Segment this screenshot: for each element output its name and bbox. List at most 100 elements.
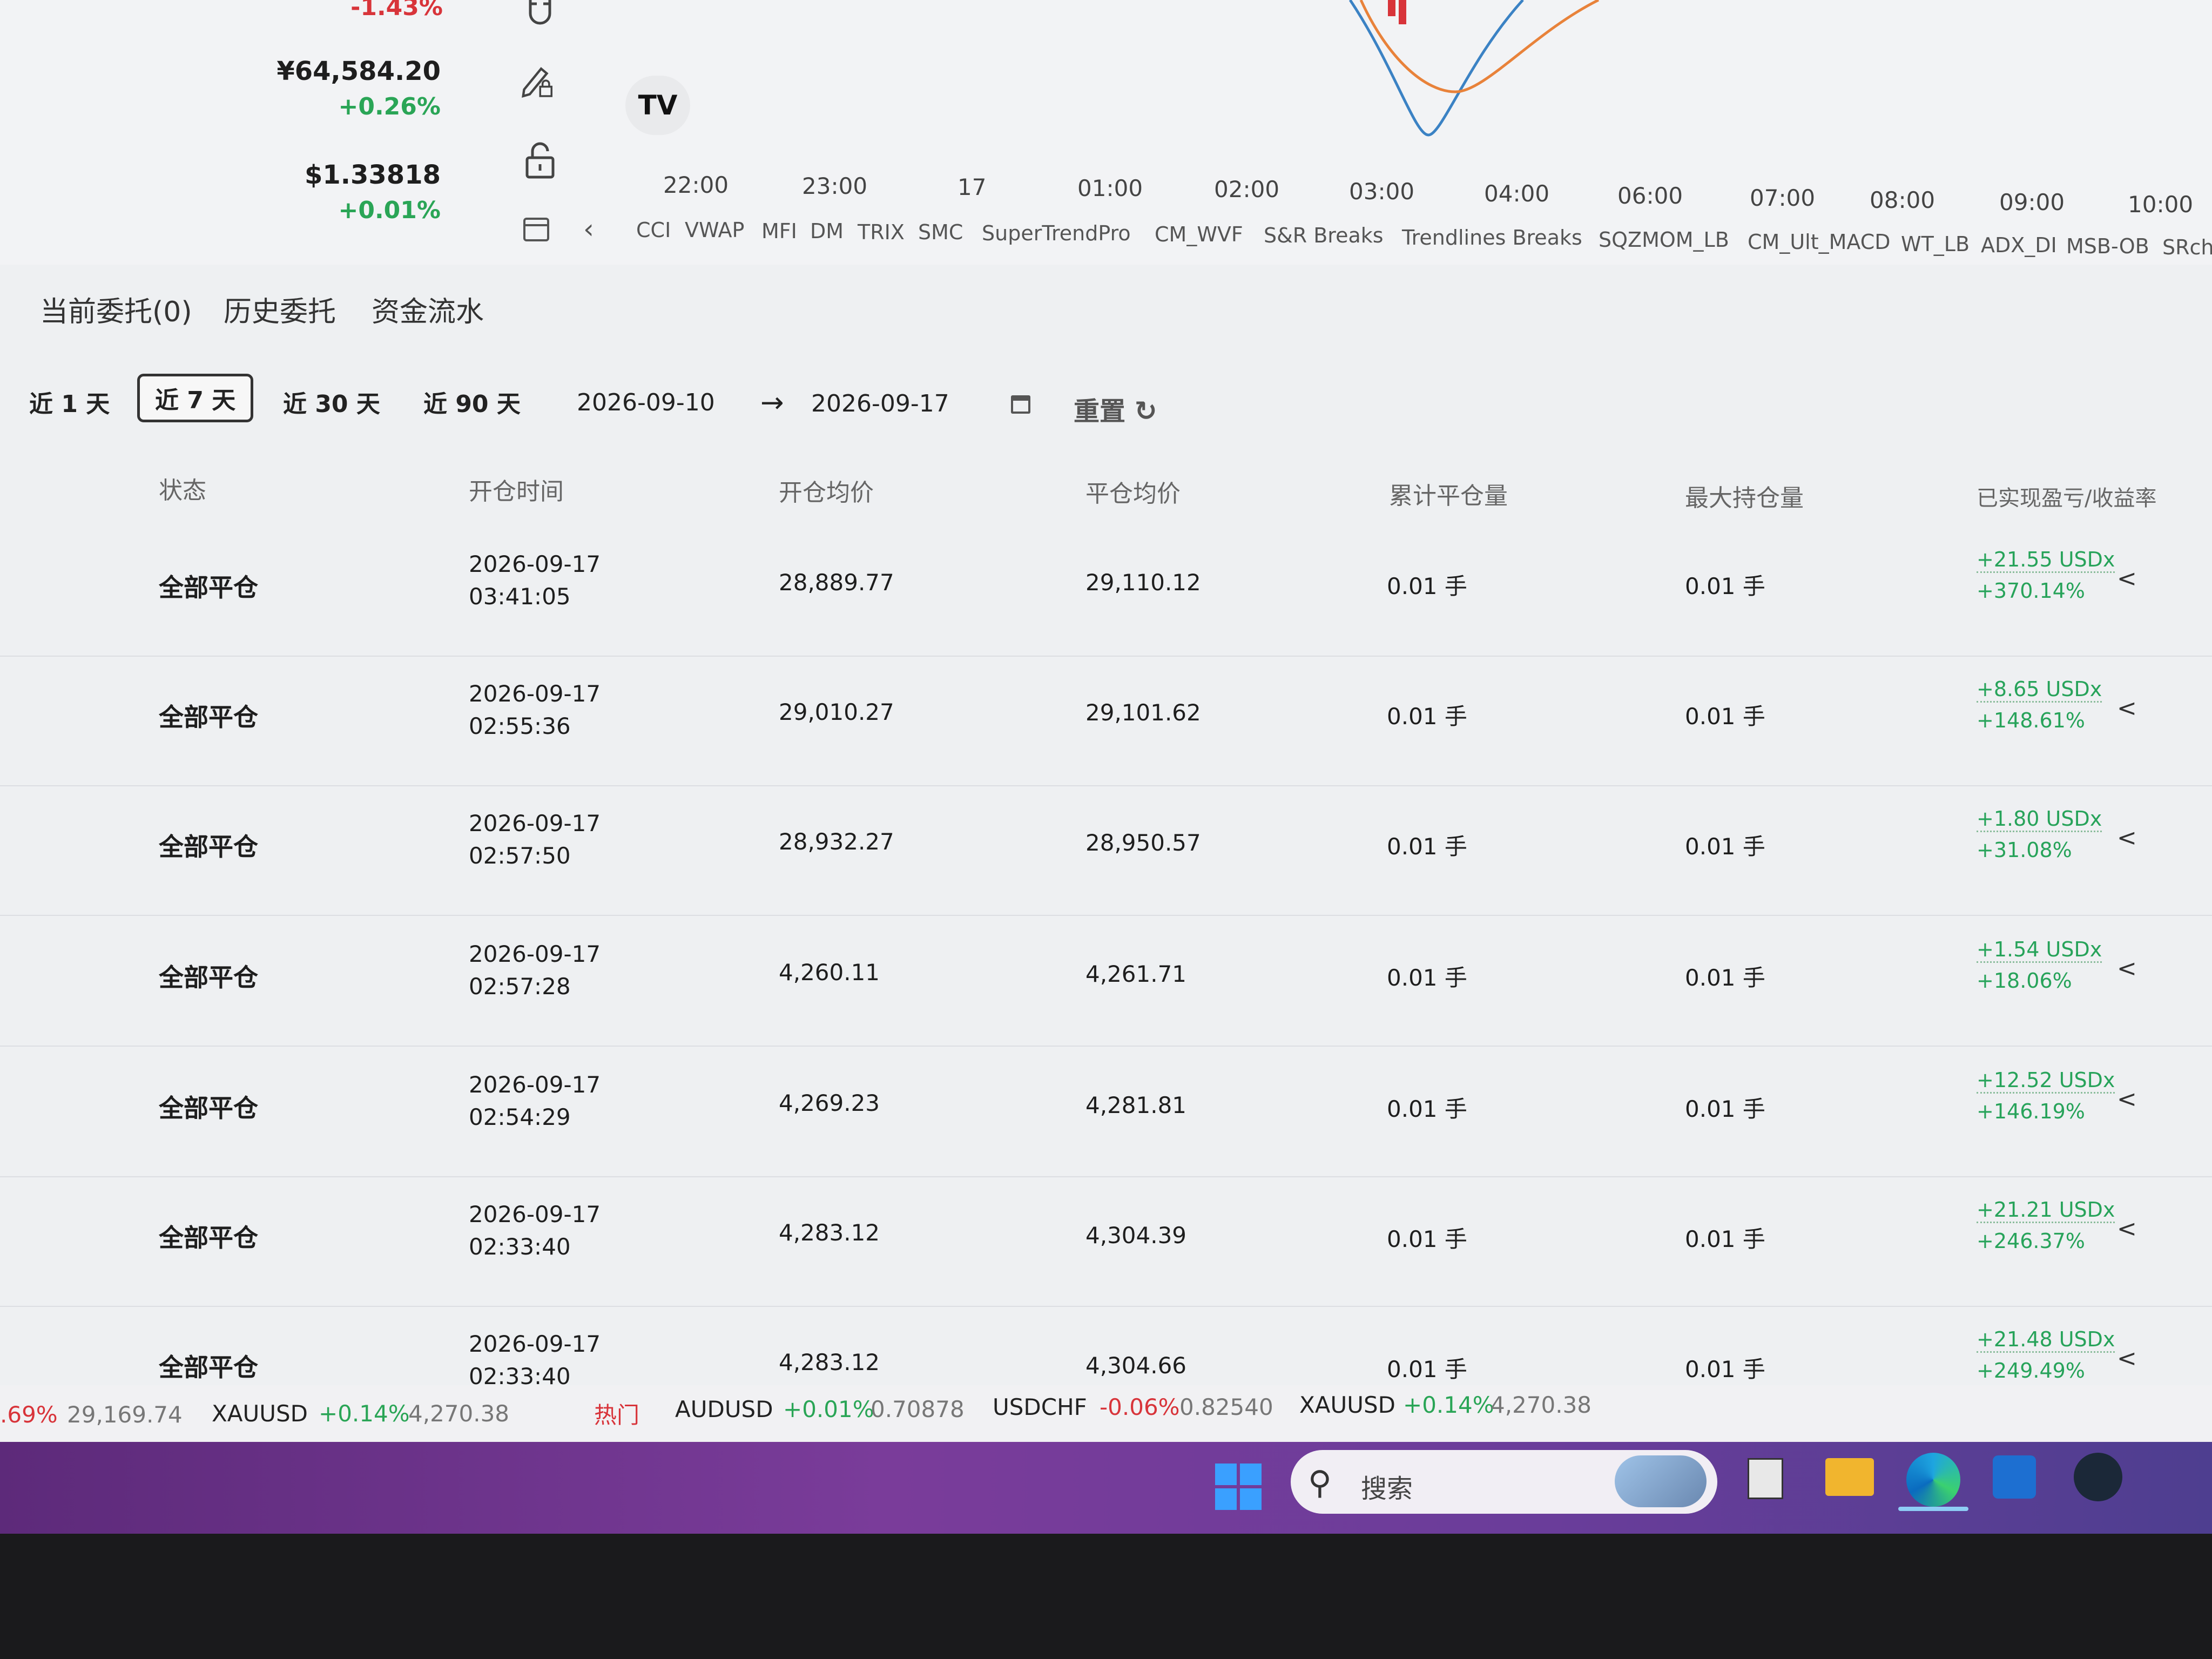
return-rate-cell: +370.14%: [1977, 579, 2085, 603]
taskbar-search-box[interactable]: ⚲ 搜索: [1291, 1450, 1717, 1514]
indicator-item[interactable]: SQZMOM_LB: [1599, 228, 1729, 252]
start-date-input[interactable]: 2026-09-10: [577, 389, 715, 416]
task-view-icon[interactable]: [1748, 1458, 1783, 1499]
edge-browser-icon[interactable]: [1906, 1453, 1960, 1507]
header-open-avg: 开仓均价: [779, 479, 874, 507]
share-icon[interactable]: <: [2117, 1215, 2137, 1243]
watchlist-price-2[interactable]: ¥64,584.20: [235, 56, 441, 86]
ticker-symbol[interactable]: AUDUSD: [675, 1396, 773, 1422]
status-cell: 全部平仓: [159, 1094, 258, 1123]
unlock-icon[interactable]: [521, 141, 559, 179]
store-icon[interactable]: [1993, 1455, 2036, 1499]
indicator-item[interactable]: TRIX: [858, 220, 905, 244]
indicator-item[interactable]: SuperTrendPro: [982, 221, 1131, 245]
indicator-item[interactable]: MSB-OB: [2066, 234, 2149, 258]
indicator-item[interactable]: VWAP: [685, 218, 744, 242]
share-icon[interactable]: <: [2117, 824, 2137, 852]
open-time-cell: 02:33:40: [469, 1233, 571, 1260]
indicator-item[interactable]: CM_WVF: [1155, 222, 1243, 246]
ticker-symbol[interactable]: XAUUSD: [212, 1400, 308, 1427]
total-closed-cell: 0.01 手: [1387, 703, 1467, 730]
open-avg-cell: 28,889.77: [779, 569, 894, 596]
time-tick: 08:00: [1870, 187, 1936, 213]
row-divider: [0, 915, 2212, 916]
ticker-symbol[interactable]: USDCHF: [993, 1394, 1087, 1420]
indicator-item[interactable]: S&R Breaks: [1264, 224, 1384, 247]
refresh-icon: ↻: [1134, 395, 1157, 427]
steam-icon[interactable]: [2074, 1453, 2122, 1501]
share-icon[interactable]: <: [2117, 1085, 2137, 1113]
monitor-bezel: [0, 1534, 2212, 1659]
indicator-item[interactable]: MFI: [761, 219, 797, 243]
filter-30-days[interactable]: 近 30 天: [268, 380, 395, 423]
total-closed-cell: 0.01 手: [1387, 965, 1467, 991]
return-rate-cell: +249.49%: [1977, 1359, 2085, 1382]
end-date-input[interactable]: 2026-09-17: [811, 390, 949, 417]
ticker-change: +0.14%: [1403, 1392, 1494, 1418]
indicator-item[interactable]: Trendlines Breaks: [1402, 226, 1582, 249]
share-icon[interactable]: <: [2117, 694, 2137, 722]
realized-pnl-cell: +1.54 USDx: [1977, 938, 2102, 963]
share-icon[interactable]: <: [2117, 1345, 2137, 1372]
file-explorer-icon[interactable]: [1825, 1458, 1874, 1496]
status-cell: 全部平仓: [159, 1223, 258, 1252]
filter-90-days[interactable]: 近 90 天: [408, 380, 536, 423]
indicator-item[interactable]: CM_Ult_MACD: [1748, 230, 1891, 254]
search-highlight-image: [1615, 1455, 1707, 1507]
chevron-left-icon[interactable]: ‹: [583, 213, 594, 245]
calendar-icon[interactable]: [517, 211, 555, 248]
windows-taskbar: [0, 1442, 2212, 1534]
total-closed-cell: 0.01 手: [1387, 1226, 1467, 1252]
tab-fund-flow[interactable]: 资金流水: [372, 289, 484, 329]
time-tick: 23:00: [802, 173, 868, 199]
return-rate-cell: +18.06%: [1977, 969, 2072, 993]
close-avg-cell: 29,110.12: [1085, 569, 1201, 596]
open-avg-cell: 4,269.23: [779, 1090, 880, 1116]
close-avg-cell: 4,304.66: [1085, 1352, 1187, 1379]
tab-current-orders[interactable]: 当前委托(0): [40, 289, 192, 329]
ticker-bar: .69% 29,169.74 XAUUSD +0.14% 4,270.38 热门…: [0, 1385, 2212, 1442]
open-time-cell: 03:41:05: [469, 583, 571, 610]
header-realized-pnl: 已实现盈亏/收益率: [1977, 486, 2157, 511]
calendar-picker-icon[interactable]: [1009, 392, 1033, 418]
indicator-item[interactable]: WT_LB: [1901, 232, 1970, 256]
time-tick: 06:00: [1617, 183, 1683, 209]
reset-button[interactable]: 重置 ↻: [1074, 390, 1157, 428]
filter-7-days[interactable]: 近 7 天: [137, 374, 254, 422]
indicator-item[interactable]: SRch: [2162, 235, 2212, 259]
close-avg-cell: 29,101.62: [1085, 699, 1201, 726]
ticker-price: 29,169.74: [67, 1401, 183, 1428]
return-rate-cell: +246.37%: [1977, 1229, 2085, 1253]
share-icon[interactable]: <: [2117, 955, 2137, 982]
open-date-cell: 2026-09-17: [469, 680, 601, 707]
total-closed-cell: 0.01 手: [1387, 833, 1467, 860]
open-date-cell: 2026-09-17: [469, 551, 601, 577]
filter-1-day[interactable]: 近 1 天: [14, 380, 125, 423]
max-position-cell: 0.01 手: [1685, 703, 1765, 730]
open-avg-cell: 4,283.12: [779, 1349, 880, 1375]
indicator-item[interactable]: SMC: [918, 220, 963, 244]
watchlist-change-3: +0.01%: [338, 197, 441, 224]
row-divider: [0, 1306, 2212, 1307]
indicator-item[interactable]: ADX_DI: [1981, 233, 2057, 257]
time-tick: 03:00: [1349, 178, 1415, 205]
max-position-cell: 0.01 手: [1685, 1226, 1765, 1252]
watchlist-price-3[interactable]: $1.33818: [235, 160, 441, 190]
price-chart[interactable]: [594, 0, 2212, 162]
indicator-item[interactable]: DM: [810, 219, 844, 243]
windows-start-icon[interactable]: [1215, 1464, 1262, 1512]
return-rate-cell: +148.61%: [1977, 709, 2085, 732]
open-avg-cell: 4,260.11: [779, 959, 880, 986]
row-divider: [0, 1176, 2212, 1177]
indicator-item[interactable]: CCI: [636, 218, 671, 242]
ticker-change: +0.01%: [783, 1396, 874, 1422]
ticker-symbol[interactable]: XAUUSD: [1299, 1392, 1395, 1418]
open-time-cell: 02:57:28: [469, 973, 571, 1000]
total-closed-cell: 0.01 手: [1387, 1356, 1467, 1382]
watchlist-change-2: +0.26%: [338, 93, 441, 120]
magnet-icon[interactable]: [521, 0, 559, 30]
pencil-lock-icon[interactable]: [518, 62, 556, 100]
search-placeholder: 搜索: [1361, 1474, 1413, 1504]
share-icon[interactable]: <: [2117, 565, 2137, 592]
tab-history-orders[interactable]: 历史委托: [224, 289, 336, 329]
